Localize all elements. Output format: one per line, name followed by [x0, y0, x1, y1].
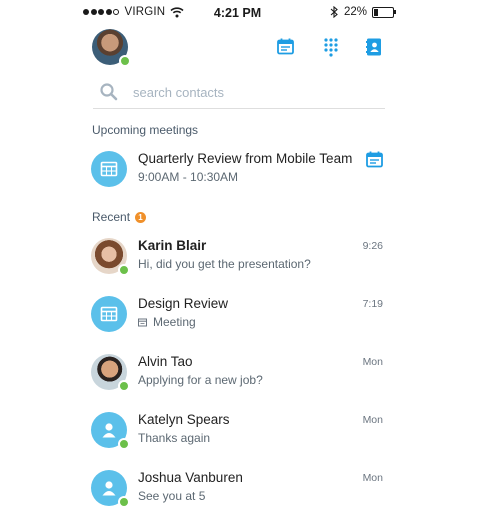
search-input[interactable] [131, 80, 380, 104]
meeting-row-quarterly-review[interactable]: Quarterly Review from Mobile Team 9:00AM… [75, 146, 400, 202]
avatar [91, 238, 130, 276]
search-bar [93, 78, 385, 109]
last-message: Meeting [153, 315, 196, 329]
search-icon [100, 83, 118, 101]
presence-online-indicator [118, 496, 130, 508]
person-icon [102, 481, 116, 496]
avatar [91, 412, 130, 450]
conversation-row-karin-blair[interactable]: Karin Blair Hi, did you get the presenta… [75, 233, 400, 289]
new-meeting-button[interactable] [276, 37, 296, 57]
upcoming-meetings-heading: Upcoming meetings [92, 123, 198, 137]
presence-online-indicator [119, 55, 131, 67]
last-message: Thanks again [138, 431, 211, 445]
conversation-row-joshua-vanburen[interactable]: Joshua Vanburen See you at 5 Mon [75, 465, 400, 521]
battery-icon [372, 6, 396, 18]
meeting-title: Quarterly Review from Mobile Team [138, 151, 353, 166]
calendar-icon [100, 306, 118, 322]
bluetooth-icon [330, 6, 338, 18]
contact-name: Joshua Vanburen [138, 470, 243, 485]
calendar-icon [100, 161, 118, 177]
message-time: Mon [362, 472, 383, 484]
contact-name: Design Review [138, 296, 229, 311]
conversation-row-design-review[interactable]: Design Review Meeting 7:19 [75, 291, 400, 347]
upcoming-meetings-heading-label: Upcoming meetings [92, 123, 199, 137]
last-message-row: Meeting [138, 315, 196, 329]
message-time: 9:26 [362, 240, 383, 252]
recent-heading-label: Recent [92, 210, 131, 224]
contact-name: Katelyn Spears [138, 412, 230, 427]
presence-online-indicator [118, 380, 130, 392]
message-time: Mon [362, 356, 383, 368]
person-icon [102, 423, 116, 438]
last-message: See you at 5 [138, 489, 206, 503]
top-bar [75, 28, 400, 72]
conversation-row-katelyn-spears[interactable]: Katelyn Spears Thanks again Mon [75, 407, 400, 463]
conversation-row-alvin-tao[interactable]: Alvin Tao Applying for a new job? Mon [75, 349, 400, 405]
calendar-edit-icon [277, 38, 294, 55]
meeting-avatar [91, 296, 127, 332]
dialpad-button[interactable] [321, 37, 341, 57]
calendar-edit-icon [366, 151, 383, 168]
meeting-icon [138, 318, 147, 326]
dialpad-icon [324, 38, 338, 57]
recent-heading: Recent 1 [92, 210, 147, 224]
skype-recent-screen: VIRGIN 4:21 PM 22% search contacts Upcom… [75, 0, 400, 517]
presence-online-indicator [118, 264, 130, 276]
contact-name: Karin Blair [138, 238, 207, 253]
status-bar: VIRGIN 4:21 PM 22% [75, 4, 400, 24]
last-message: Hi, did you get the presentation? [138, 257, 311, 271]
contact-name: Alvin Tao [138, 354, 193, 369]
last-message: Applying for a new job? [138, 373, 263, 387]
presence-online-indicator [118, 438, 130, 450]
message-time: Mon [362, 414, 383, 426]
my-profile-avatar[interactable] [92, 29, 131, 67]
message-time: 7:19 [362, 298, 383, 310]
join-meeting-button[interactable] [365, 150, 385, 170]
battery-percent: 22% [343, 6, 367, 18]
meeting-avatar [91, 151, 127, 187]
unread-count-badge: 1 [135, 211, 147, 223]
avatar [91, 470, 130, 508]
contacts-button[interactable] [364, 37, 384, 57]
meeting-time-range: 9:00AM - 10:30AM [138, 170, 239, 184]
avatar [91, 354, 130, 392]
contacts-book-icon [366, 38, 381, 56]
status-right: 22% [330, 6, 396, 18]
